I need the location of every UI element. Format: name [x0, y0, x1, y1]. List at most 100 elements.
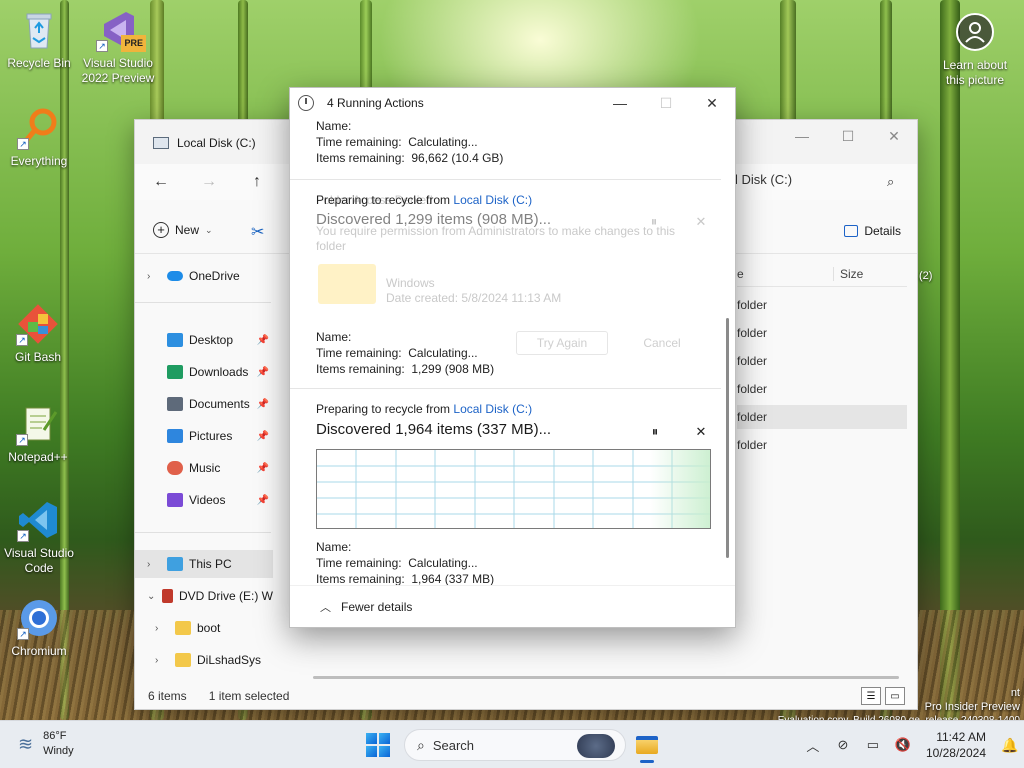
- dialog-operations-list[interactable]: Name: Time remaining: Calculating... Ite…: [290, 118, 735, 585]
- preparing-label: Preparing to recycle from: [316, 193, 451, 207]
- nav-item-onedrive[interactable]: › OneDrive: [135, 262, 273, 290]
- source-link[interactable]: Local Disk (C:): [453, 402, 532, 416]
- running-actions-dialog: 4 Running Actions — ☐ ✕ Name: Time remai…: [289, 87, 736, 628]
- explorer-tab[interactable]: Local Disk (C:): [145, 128, 264, 158]
- ghost-folder-icon: [318, 264, 376, 304]
- volume-muted-icon[interactable]: 🔇: [888, 737, 918, 753]
- details-label: Details: [864, 224, 901, 238]
- ghost-folder-name: Windows: [386, 276, 435, 290]
- pin-icon: 📌: [256, 430, 269, 442]
- desktop-icon-chromium[interactable]: ↗ Chromium: [0, 596, 79, 659]
- this-pc-icon: [167, 557, 183, 571]
- notification-bell-icon[interactable]: 🔔: [996, 737, 1024, 754]
- chevron-down-icon: ⌄: [205, 224, 213, 235]
- desktop-icon-label: Notepad++: [8, 450, 68, 464]
- file-row[interactable]: folder: [737, 349, 907, 373]
- desktop-icon-notepad-plus-plus[interactable]: ↗ Notepad++: [0, 402, 78, 465]
- everything-search-icon: ↗: [17, 106, 61, 150]
- operation-divider: [290, 179, 721, 180]
- close-button[interactable]: ✕: [871, 120, 917, 152]
- pin-icon: 📌: [256, 334, 269, 346]
- chevron-up-icon[interactable]: ︿: [320, 599, 331, 615]
- column-name-header[interactable]: e: [737, 267, 744, 281]
- fewer-details-button[interactable]: Fewer details: [341, 600, 412, 614]
- desktop-icon-visual-studio[interactable]: PRE ↗ Visual Studio 2022 Preview: [78, 8, 158, 86]
- nav-item-documents[interactable]: Documents 📌: [135, 390, 273, 418]
- start-button[interactable]: [366, 733, 390, 757]
- preparing-label: Preparing to recycle from: [316, 402, 451, 416]
- time-value: Calculating...: [408, 556, 478, 570]
- nav-item-downloads[interactable]: Downloads 📌: [135, 358, 273, 386]
- plus-icon: +: [153, 222, 169, 238]
- desktop-icon-git-bash[interactable]: ↗ Git Bash: [0, 302, 78, 365]
- show-hidden-icons-chevron[interactable]: ︿: [798, 736, 828, 755]
- explorer-window-controls: — ☐ ✕: [779, 120, 917, 152]
- address-bar[interactable]: l Disk (C:): [735, 172, 792, 187]
- file-row[interactable]: folder: [737, 293, 907, 317]
- clock-icon: [298, 95, 314, 111]
- op3-time-row: Time remaining: Calculating...: [316, 555, 478, 571]
- file-row-selected[interactable]: folder: [737, 405, 907, 429]
- side-badge: (2): [919, 270, 933, 282]
- items-value: 1,299 (908 MB): [411, 362, 495, 376]
- network-disconnected-icon[interactable]: ⊘: [828, 737, 858, 753]
- cancel-button[interactable]: Cancel: [616, 331, 708, 355]
- vscode-icon: ↗: [17, 498, 61, 542]
- cut-icon[interactable]: ✂: [251, 222, 264, 242]
- desktop-icon-recycle-bin[interactable]: Recycle Bin: [0, 8, 79, 71]
- learn-about-picture[interactable]: Learn about this picture: [935, 10, 1015, 88]
- weather-temp: 86°F: [43, 730, 67, 742]
- desktop-icon-vscode[interactable]: ↗ Visual Studio Code: [0, 498, 79, 576]
- taskbar-search[interactable]: ⌕ Search: [404, 729, 626, 761]
- minimize-button[interactable]: —: [597, 88, 643, 118]
- selection-count: 1 item selected: [208, 689, 290, 703]
- nav-item-dvd-drive[interactable]: ⌄ DVD Drive (E:) W: [135, 582, 273, 610]
- nav-item-videos[interactable]: Videos 📌: [135, 486, 273, 514]
- minimize-button[interactable]: —: [779, 120, 825, 152]
- vertical-scrollbar[interactable]: [726, 318, 729, 558]
- maximize-button[interactable]: ☐: [825, 120, 871, 152]
- watermark-line: nt: [1010, 687, 1020, 699]
- nav-item-pictures[interactable]: Pictures 📌: [135, 422, 273, 450]
- back-button[interactable]: ←: [147, 170, 175, 194]
- file-row[interactable]: folder: [737, 433, 907, 457]
- nav-item-music[interactable]: Music 📌: [135, 454, 273, 482]
- nav-item-dilshadsys[interactable]: › DiLshadSys: [135, 646, 273, 674]
- time-value: Calculating...: [408, 346, 478, 360]
- taskbar-clock[interactable]: 11:42 AM 10/28/2024: [926, 729, 986, 761]
- nav-item-desktop[interactable]: Desktop 📌: [135, 326, 273, 354]
- try-again-button[interactable]: Try Again: [516, 331, 608, 355]
- desktop-icon-everything[interactable]: ↗ Everything: [0, 106, 79, 169]
- source-link[interactable]: Local Disk (C:): [453, 193, 532, 207]
- documents-icon: [167, 397, 183, 411]
- file-list-header: e Size: [737, 263, 907, 287]
- taskbar: ≋ 86°F Windy ⌕ Search ︿ ⊘ ▭ 🔇 11:42 AM 1…: [0, 720, 1024, 768]
- learn-about-picture-icon: [953, 10, 997, 54]
- column-size-header[interactable]: Size: [833, 267, 863, 281]
- notepad-plus-plus-icon: ↗: [16, 402, 60, 446]
- nav-item-label: Documents: [189, 397, 250, 411]
- file-row[interactable]: folder: [737, 377, 907, 401]
- taskbar-file-explorer[interactable]: [632, 729, 662, 763]
- cancel-operation-icon[interactable]: ✕: [691, 422, 711, 442]
- dialog-title: 4 Running Actions: [327, 96, 424, 110]
- weather-widget[interactable]: ≋ 86°F Windy: [18, 729, 74, 759]
- desktop-folder-icon: [167, 333, 183, 347]
- nav-item-boot[interactable]: › boot: [135, 614, 273, 642]
- wind-icon: ≋: [18, 733, 34, 754]
- details-button[interactable]: Details: [844, 224, 901, 238]
- search-icon[interactable]: ⌕: [887, 174, 894, 190]
- name-label: Name:: [316, 119, 352, 133]
- pause-icon[interactable]: ⏸: [645, 422, 665, 442]
- new-button[interactable]: + New ⌄: [153, 222, 213, 238]
- chevron-right-icon: ›: [155, 654, 159, 666]
- up-button[interactable]: ↑: [243, 170, 271, 194]
- nav-item-this-pc[interactable]: › This PC: [135, 550, 273, 578]
- file-row[interactable]: folder: [737, 321, 907, 345]
- horizontal-scrollbar[interactable]: [313, 676, 899, 679]
- display-icon[interactable]: ▭: [858, 737, 888, 753]
- forward-button[interactable]: →: [195, 170, 223, 194]
- close-button[interactable]: ✕: [689, 88, 735, 118]
- weather-desc: Windy: [43, 745, 74, 757]
- time-label: Time remaining:: [316, 346, 402, 360]
